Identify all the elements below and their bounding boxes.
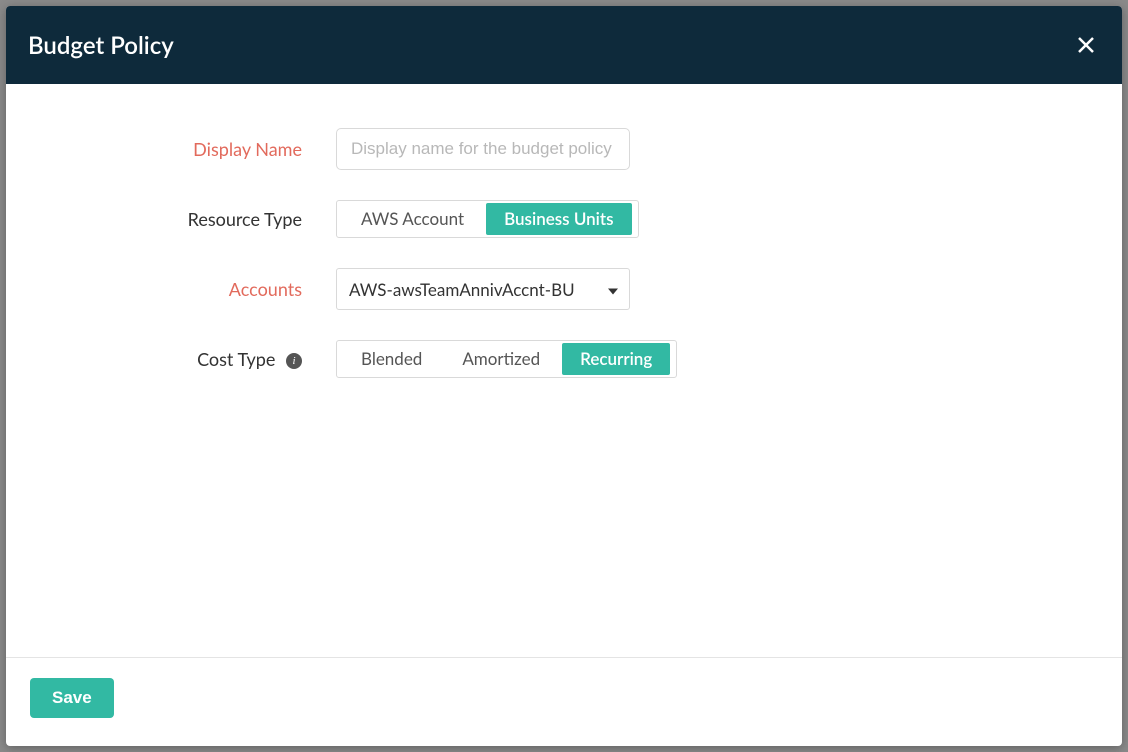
close-button[interactable]: [1072, 31, 1100, 59]
save-button[interactable]: Save: [30, 678, 114, 718]
label-cost-type: Cost Type i: [46, 348, 336, 370]
info-icon[interactable]: i: [286, 353, 302, 369]
close-icon: [1077, 36, 1095, 54]
modal-title: Budget Policy: [28, 31, 174, 60]
row-accounts: Accounts AWS-awsTeamAnnivAccnt-BU: [46, 268, 1082, 310]
cost-type-option-amortized[interactable]: Amortized: [444, 343, 558, 375]
label-accounts: Accounts: [46, 278, 336, 300]
row-display-name: Display Name: [46, 128, 1082, 170]
modal-header: Budget Policy: [6, 6, 1122, 84]
resource-type-option-aws-account[interactable]: AWS Account: [343, 203, 482, 235]
modal-body: Display Name Resource Type AWS Account B…: [6, 84, 1122, 657]
resource-type-option-business-units[interactable]: Business Units: [486, 203, 631, 235]
modal-footer: Save: [6, 657, 1122, 746]
label-resource-type: Resource Type: [46, 208, 336, 230]
cost-type-toggle: Blended Amortized Recurring: [336, 340, 677, 378]
accounts-select[interactable]: AWS-awsTeamAnnivAccnt-BU: [336, 268, 630, 310]
display-name-input[interactable]: [336, 128, 630, 170]
accounts-select-value: AWS-awsTeamAnnivAccnt-BU: [349, 279, 575, 300]
row-resource-type: Resource Type AWS Account Business Units: [46, 200, 1082, 238]
cost-type-option-blended[interactable]: Blended: [343, 343, 440, 375]
resource-type-toggle: AWS Account Business Units: [336, 200, 639, 238]
row-cost-type: Cost Type i Blended Amortized Recurring: [46, 340, 1082, 378]
label-display-name: Display Name: [46, 138, 336, 160]
cost-type-option-recurring[interactable]: Recurring: [562, 343, 670, 375]
budget-policy-modal: Budget Policy Display Name Resource Type…: [6, 6, 1122, 746]
